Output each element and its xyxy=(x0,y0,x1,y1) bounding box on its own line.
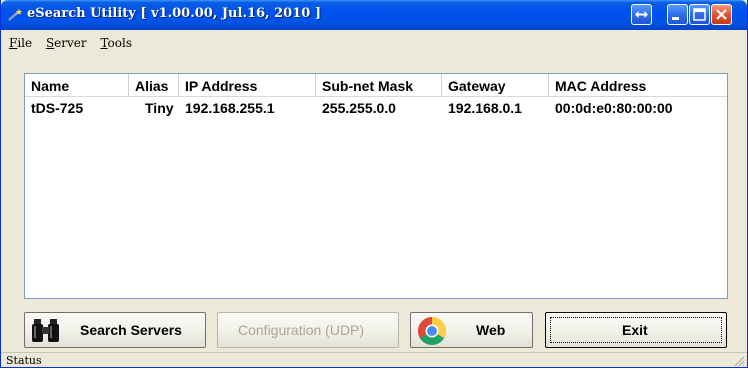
menu-file[interactable]: File xyxy=(4,32,37,50)
configuration-udp-label: Configuration (UDP) xyxy=(238,322,365,338)
search-servers-button[interactable]: Search Servers xyxy=(24,312,206,348)
table-row[interactable]: tDS-725 Tiny 192.168.255.1 255.255.0.0 1… xyxy=(25,97,727,119)
web-button[interactable]: Web xyxy=(410,312,533,348)
column-header-mac-address[interactable]: MAC Address xyxy=(549,74,727,96)
exit-button[interactable]: Exit xyxy=(545,312,727,348)
maximize-button[interactable] xyxy=(689,4,710,25)
close-button[interactable] xyxy=(711,4,732,25)
restore-arrows-button[interactable] xyxy=(631,4,652,25)
menu-tools-label: ools xyxy=(107,36,132,50)
wand-icon xyxy=(8,9,22,21)
search-servers-label: Search Servers xyxy=(80,322,182,338)
esearch-window: eSearch Utility [ v1.00.00, Jul.16, 2010… xyxy=(0,0,748,368)
title-bar[interactable]: eSearch Utility [ v1.00.00, Jul.16, 2010… xyxy=(1,0,747,30)
exit-label: Exit xyxy=(622,322,648,338)
minimize-icon xyxy=(672,17,679,20)
binoculars-icon xyxy=(32,319,59,342)
menu-server-label: erver xyxy=(54,36,87,50)
restore-arrows-icon xyxy=(635,11,648,18)
window-title: eSearch Utility [ v1.00.00, Jul.16, 2010… xyxy=(27,6,321,21)
close-icon xyxy=(716,9,727,20)
minimize-button[interactable] xyxy=(667,4,688,25)
server-list[interactable]: Name Alias IP Address Sub-net Mask Gatew… xyxy=(24,73,728,299)
cell-gateway: 192.168.0.1 xyxy=(448,100,522,116)
menu-bar: File Server Tools xyxy=(4,32,744,54)
web-label: Web xyxy=(476,322,506,338)
cell-name: tDS-725 xyxy=(31,100,84,116)
menu-tools-hotkey: T xyxy=(100,36,108,50)
resize-grip-icon[interactable] xyxy=(733,355,745,367)
menu-server[interactable]: Server xyxy=(41,32,92,50)
cell-alias: Tiny xyxy=(145,100,174,116)
status-text: Status xyxy=(6,354,42,367)
column-header-subnet-mask[interactable]: Sub-net Mask xyxy=(316,74,442,96)
cell-mac-address: 00:0d:e0:80:00:00 xyxy=(555,100,673,116)
column-header-alias[interactable]: Alias xyxy=(129,74,179,96)
menu-server-hotkey: S xyxy=(45,36,55,50)
list-header: Name Alias IP Address Sub-net Mask Gatew… xyxy=(25,74,727,97)
menu-tools[interactable]: Tools xyxy=(95,32,137,50)
menu-file-label: ile xyxy=(17,36,33,50)
cell-subnet-mask: 255.255.0.0 xyxy=(322,100,396,116)
chrome-browser-icon xyxy=(418,317,446,345)
configuration-udp-button[interactable]: Configuration (UDP) xyxy=(217,312,399,348)
column-header-name[interactable]: Name xyxy=(25,74,129,96)
column-header-ip-address[interactable]: IP Address xyxy=(179,74,316,96)
cell-ip-address: 192.168.255.1 xyxy=(185,100,275,116)
column-header-gateway[interactable]: Gateway xyxy=(442,74,549,96)
status-bar: Status xyxy=(1,352,747,368)
maximize-icon xyxy=(693,8,706,21)
